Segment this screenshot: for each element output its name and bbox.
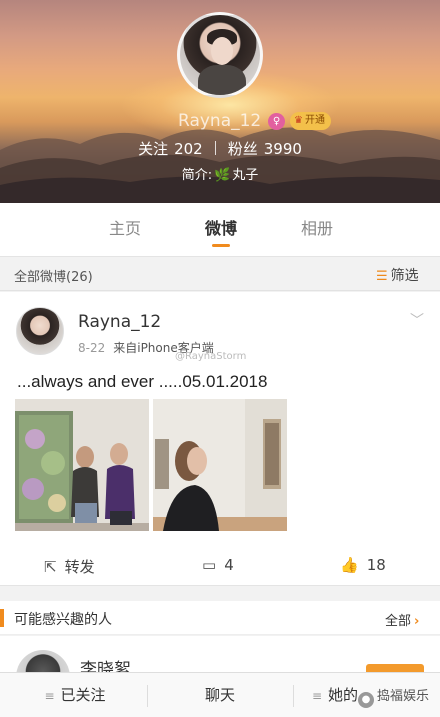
profile-bio: 简介: 🌿 丸子	[0, 164, 440, 183]
suggestions-title: 可能感兴趣的人	[14, 612, 112, 628]
followers-stat[interactable]: 粉丝 3990	[228, 140, 302, 158]
wechat-label: 捣福娱乐	[377, 689, 430, 704]
like-count: 18	[366, 556, 386, 574]
following-stat[interactable]: 关注 202	[138, 140, 203, 158]
tab-weibo[interactable]: 微博	[176, 203, 266, 257]
thumbs-up-icon: 👍	[340, 556, 359, 574]
chat-label: 聊天	[204, 686, 235, 704]
avatar-face	[211, 37, 233, 65]
post-author-name[interactable]: Rayna_12	[78, 312, 161, 332]
tab-home-label: 主页	[108, 219, 141, 238]
bottom-divider	[293, 685, 294, 707]
profile-cover: Rayna_12 ♀ ♛ 开通 关注 202 粉丝 3990 简介: 🌿 丸子	[0, 0, 440, 203]
menu-icon: ≡	[311, 689, 323, 703]
photo-1-image	[15, 399, 149, 531]
crown-icon: ♛	[294, 115, 303, 126]
comment-button[interactable]: ▭ 4	[202, 556, 234, 574]
repost-icon: ⇱	[44, 558, 57, 576]
stats-divider	[214, 141, 216, 155]
followed-button[interactable]: ≡ 已关注	[30, 673, 120, 717]
followers-label: 粉丝	[227, 140, 258, 158]
filter-icon: ☰	[376, 269, 388, 284]
profile-stats: 关注 202 粉丝 3990	[0, 138, 440, 159]
vip-label: 开通	[304, 115, 325, 126]
suggestions-all-link[interactable]: 全部 ›	[385, 610, 419, 629]
following-count: 202	[174, 140, 203, 158]
vip-badge[interactable]: ♛ 开通	[290, 112, 331, 130]
tab-album[interactable]: 相册	[272, 203, 362, 257]
post-text: ...always and ever .....05.01.2018	[17, 372, 268, 391]
active-tab-indicator	[212, 244, 230, 247]
profile-avatar[interactable]	[177, 12, 263, 98]
photo-2-image	[153, 399, 287, 531]
suggested-user[interactable]: 李晓絮	[0, 636, 440, 676]
comment-icon: ▭	[202, 556, 217, 574]
post-photo-2[interactable]	[153, 399, 287, 531]
post-count: 全部微博(26)	[14, 270, 93, 285]
profile-tabs: 主页 微博 相册	[0, 203, 440, 257]
section-accent-bar	[0, 609, 4, 627]
post-card[interactable]: Rayna_12 8-22 来自iPhone客户端 @RaynaStorm ﹀ .…	[0, 292, 440, 586]
like-button[interactable]: 👍 18	[340, 556, 386, 574]
followers-count: 3990	[263, 140, 302, 158]
post-actions: ⇱ 转发 ▭ 4 👍 18	[0, 547, 440, 585]
chevron-down-icon[interactable]: ﹀	[410, 310, 424, 330]
tab-weibo-label: 微博	[204, 219, 237, 238]
leaf-icon: 🌿	[214, 168, 231, 183]
her-menu-button[interactable]: ≡ 她的	[310, 673, 360, 717]
bio-text: 丸子	[232, 168, 259, 183]
filter-label: 筛选	[390, 268, 419, 284]
post-photo-1[interactable]	[15, 399, 149, 531]
wechat-icon: ●	[358, 692, 374, 708]
repost-label: 转发	[64, 558, 95, 576]
suggestions-header: 可能感兴趣的人 全部 ›	[0, 601, 440, 635]
female-icon: ♀	[268, 113, 285, 130]
menu-icon: ≡	[44, 689, 55, 703]
her-label: 她的	[328, 686, 359, 704]
bottom-divider	[147, 685, 148, 707]
post-author-avatar[interactable]	[16, 307, 64, 355]
followed-label: 已关注	[60, 686, 106, 704]
following-label: 关注	[138, 140, 169, 158]
filter-bar: 全部微博(26) ☰ 筛选	[0, 258, 440, 291]
bio-label: 简介:	[181, 168, 213, 183]
post-date: 8-22	[78, 341, 106, 355]
chevron-right-icon: ›	[414, 614, 420, 629]
tab-album-label: 相册	[300, 219, 333, 238]
tab-home[interactable]: 主页	[80, 203, 170, 257]
watermark: @RaynaStorm	[175, 351, 247, 362]
comment-count: 4	[224, 556, 234, 574]
suggestions-all-label: 全部	[385, 614, 412, 629]
chat-button[interactable]: 聊天	[175, 673, 265, 717]
filter-button[interactable]: ☰ 筛选	[376, 265, 419, 285]
bottom-action-bar: ≡ 已关注 聊天 ≡ 她的 ● 捣福娱乐	[0, 672, 440, 717]
profile-username: Rayna_12	[178, 111, 262, 131]
avatar-dress	[198, 65, 246, 95]
wechat-watermark: ● 捣福娱乐	[358, 685, 429, 708]
repost-button[interactable]: ⇱ 转发	[44, 556, 95, 577]
